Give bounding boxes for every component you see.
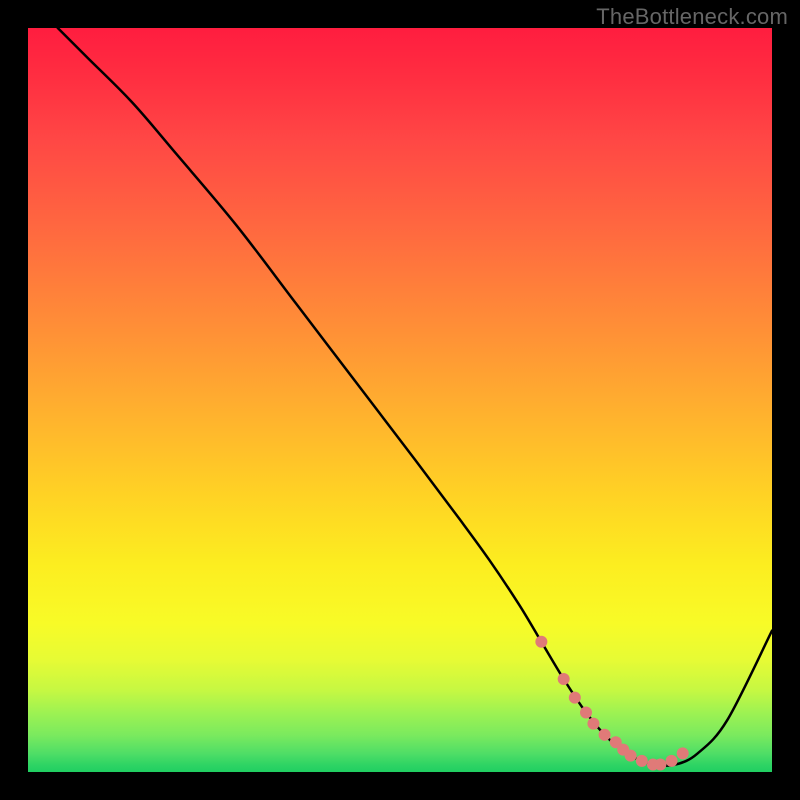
marker-dot (654, 759, 666, 771)
marker-dot (558, 673, 570, 685)
chart-container: TheBottleneck.com (0, 0, 800, 800)
marker-dot (569, 692, 581, 704)
bottleneck-curve (58, 28, 772, 766)
marker-dot (599, 729, 611, 741)
marker-dot (666, 755, 678, 767)
optimal-region-markers (535, 636, 688, 771)
marker-dot (636, 755, 648, 767)
watermark-text: TheBottleneck.com (596, 4, 788, 30)
marker-dot (535, 636, 547, 648)
plot-area (28, 28, 772, 772)
chart-svg (28, 28, 772, 772)
marker-dot (625, 750, 637, 762)
marker-dot (677, 747, 689, 759)
marker-dot (580, 706, 592, 718)
marker-dot (587, 718, 599, 730)
